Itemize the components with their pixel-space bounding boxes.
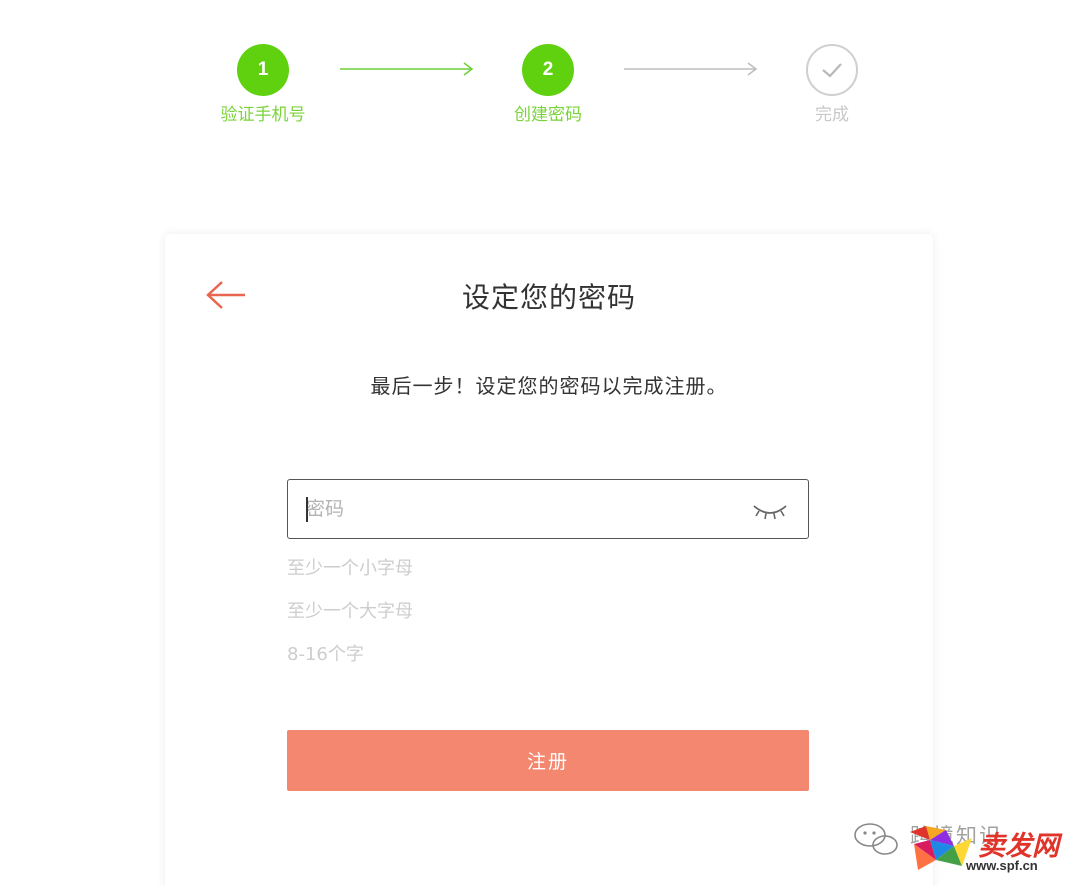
password-card: 设定您的密码 最后一步！设定您的密码以完成注册。 至少一个小字母 至少一个大字母… — [165, 234, 933, 885]
text-cursor — [306, 497, 308, 522]
card-title: 设定您的密码 — [461, 281, 636, 314]
checkmark-icon — [822, 63, 842, 78]
step-verify-phone: 1 验证手机号 — [203, 44, 323, 126]
step-connector-arrow-2 — [624, 62, 758, 76]
password-input[interactable] — [288, 480, 738, 538]
step-connector-arrow-1 — [340, 62, 474, 76]
step-create-password: 2 创建密码 — [488, 44, 608, 126]
step-2-circle: 2 — [522, 44, 574, 96]
step-2-label: 创建密码 — [514, 105, 582, 125]
rule-length: 8-16个字 — [287, 644, 364, 665]
register-button[interactable]: 注册 — [287, 730, 809, 791]
eye-closed-icon[interactable] — [752, 500, 788, 520]
step-3-label: 完成 — [815, 105, 849, 125]
step-1-label: 验证手机号 — [220, 105, 306, 125]
watermark-url: www.spf.cn — [966, 858, 1038, 873]
password-field[interactable] — [287, 479, 809, 539]
card-subtitle: 最后一步！设定您的密码以完成注册。 — [370, 374, 728, 398]
rule-lowercase: 至少一个小字母 — [287, 558, 413, 579]
rule-uppercase: 至少一个大字母 — [287, 601, 413, 622]
wechat-icon — [854, 823, 898, 855]
step-complete: 完成 — [772, 44, 892, 126]
step-3-circle — [806, 44, 858, 96]
signup-page: 1 验证手机号 2 创建密码 完成 设定您的密码 最后一步！设定您的密码以完成注… — [0, 0, 1080, 885]
step-1-circle: 1 — [237, 44, 289, 96]
